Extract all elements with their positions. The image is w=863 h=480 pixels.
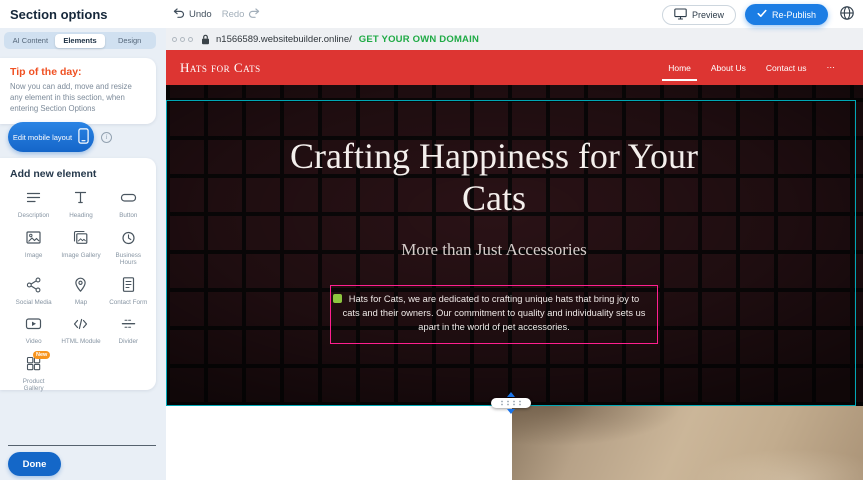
redo-icon — [248, 6, 261, 22]
hero-subheading[interactable]: More than Just Accessories — [166, 240, 822, 260]
language-button[interactable] — [837, 5, 857, 25]
site-nav: Home About Us Contact us ⋯ — [668, 62, 835, 73]
info-icon[interactable]: i — [101, 132, 112, 143]
tip-body: Now you can add, move and resize any ele… — [10, 82, 146, 115]
republish-label: Re-Publish — [772, 10, 816, 20]
edit-mobile-label: Edit mobile layout — [13, 133, 72, 142]
page-title: Section options — [10, 7, 108, 22]
selected-text-element[interactable]: Hats for Cats, we are dedicated to craft… — [330, 285, 658, 344]
tip-of-the-day-card: Tip of the day: Now you can add, move an… — [0, 58, 156, 124]
preview-label: Preview — [692, 10, 724, 20]
map-icon — [72, 276, 89, 296]
hero-paragraph: Hats for Cats, we are dedicated to craft… — [341, 293, 647, 335]
business-hours-icon — [120, 229, 137, 249]
globe-icon — [839, 5, 855, 24]
site-url: n1566589.websitebuilder.online/ — [216, 34, 352, 45]
history-controls: Undo Redo — [172, 6, 261, 22]
sidebar-divider — [8, 445, 156, 446]
add-element-title: Add new element — [10, 168, 152, 180]
resize-arrow-down-icon — [507, 409, 515, 414]
element-contact-form[interactable]: Contact Form — [105, 276, 152, 307]
element-divider[interactable]: Divider — [105, 315, 152, 346]
undo-button[interactable]: Undo — [172, 6, 212, 22]
section-resize-handle[interactable] — [491, 392, 531, 414]
redo-button[interactable]: Redo — [222, 6, 262, 22]
check-icon — [757, 9, 767, 20]
divider-icon — [120, 315, 137, 335]
element-html-module[interactable]: HTML Module — [57, 315, 104, 346]
hero-content: Crafting Happiness for Your Cats More th… — [166, 85, 822, 406]
sidebar-tabs: AI Content Elements Design — [4, 32, 156, 49]
new-badge: New — [33, 351, 50, 359]
element-business-hours[interactable]: Business Hours — [105, 229, 152, 267]
element-description[interactable]: Description — [10, 189, 57, 220]
done-button[interactable]: Done — [8, 452, 61, 476]
contact-form-icon — [120, 276, 137, 296]
preview-area: n1566589.websitebuilder.online/ GET YOUR… — [166, 28, 863, 480]
lock-icon — [201, 34, 210, 45]
html-module-icon — [72, 315, 89, 335]
button-icon — [120, 189, 137, 209]
heading-icon — [72, 189, 89, 209]
undo-label: Undo — [189, 9, 212, 20]
hero-heading[interactable]: Crafting Happiness for Your Cats — [254, 135, 734, 220]
hero-section[interactable]: Crafting Happiness for Your Cats More th… — [166, 85, 863, 406]
phone-icon — [78, 128, 89, 146]
nav-more[interactable]: ⋯ — [827, 62, 836, 73]
app-window: Section options Undo Redo Preview Re-Pub… — [0, 0, 863, 480]
tab-elements[interactable]: Elements — [55, 34, 105, 48]
tab-ai-content[interactable]: AI Content — [6, 34, 56, 48]
element-social-media[interactable]: Social Media — [10, 276, 57, 307]
monitor-icon — [674, 8, 687, 22]
video-icon — [25, 315, 42, 335]
tab-design[interactable]: Design — [105, 34, 155, 48]
browser-bar: n1566589.websitebuilder.online/ GET YOUR… — [166, 28, 863, 50]
element-button[interactable]: Button — [105, 189, 152, 220]
website-canvas: Hats for Cats Home About Us Contact us ⋯… — [166, 50, 863, 480]
element-grid: Description Heading Button Image Image G — [10, 189, 152, 393]
resize-arrow-up-icon — [507, 392, 515, 397]
nav-contact-us[interactable]: Contact us — [766, 63, 807, 73]
site-logo[interactable]: Hats for Cats — [180, 60, 261, 76]
top-toolbar: Section options Undo Redo Preview Re-Pub… — [0, 0, 863, 28]
sand-photo — [512, 406, 863, 480]
nav-home[interactable]: Home — [668, 63, 691, 73]
site-header: Hats for Cats Home About Us Contact us ⋯ — [166, 50, 863, 85]
toolbar-actions: Preview Re-Publish — [662, 4, 857, 25]
element-map[interactable]: Map — [57, 276, 104, 307]
undo-icon — [172, 6, 185, 22]
element-heading[interactable]: Heading — [57, 189, 104, 220]
next-section[interactable] — [166, 406, 863, 480]
element-drag-handle[interactable] — [333, 294, 342, 303]
image-gallery-icon — [72, 229, 89, 249]
add-element-panel: Add new element Description Heading Butt… — [0, 158, 156, 390]
preview-button[interactable]: Preview — [662, 5, 736, 25]
social-media-icon — [25, 276, 42, 296]
resize-grip — [491, 398, 531, 408]
tip-heading: Tip of the day: — [10, 66, 146, 78]
nav-about-us[interactable]: About Us — [711, 63, 746, 73]
sidebar: AI Content Elements Design Tip of the da… — [0, 28, 166, 480]
edit-mobile-layout-button[interactable]: Edit mobile layout — [8, 122, 94, 152]
window-dot — [180, 37, 185, 42]
republish-button[interactable]: Re-Publish — [745, 4, 828, 25]
get-your-own-domain-link[interactable]: GET YOUR OWN DOMAIN — [359, 34, 479, 45]
window-dot — [188, 37, 193, 42]
redo-label: Redo — [222, 9, 245, 20]
description-icon — [25, 189, 42, 209]
element-product-gallery[interactable]: New Product Gallery — [10, 355, 57, 393]
mobile-layout-row: Edit mobile layout i — [8, 122, 112, 152]
window-dot — [172, 37, 177, 42]
element-image-gallery[interactable]: Image Gallery — [57, 229, 104, 267]
element-image[interactable]: Image — [10, 229, 57, 267]
element-video[interactable]: Video — [10, 315, 57, 346]
image-icon — [25, 229, 42, 249]
